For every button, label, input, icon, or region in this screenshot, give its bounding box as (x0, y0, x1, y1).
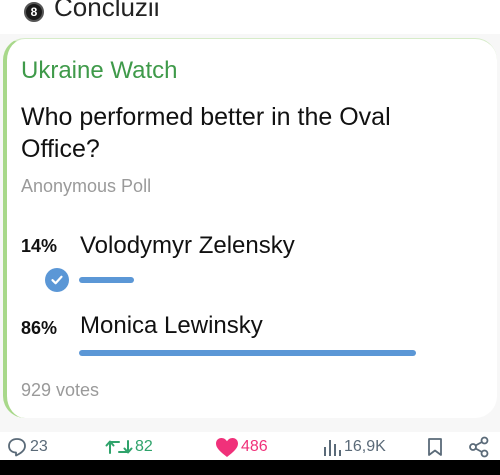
like-button[interactable]: 486 (215, 435, 268, 459)
number-badge: 8 (24, 2, 44, 22)
header-title: Concluzii (54, 0, 160, 22)
top-strip: 8 Concluzii (0, 0, 500, 34)
like-count: 486 (241, 438, 268, 455)
vote-count: 929 votes (21, 380, 100, 400)
repost-button[interactable]: 82 (105, 435, 153, 459)
poll-question: Who performed better in the Oval Office? (21, 103, 391, 163)
poll-card (3, 38, 497, 418)
reply-icon (8, 438, 26, 457)
share-button[interactable] (468, 435, 490, 459)
views-count: 16,9K (344, 438, 386, 455)
option-1-label[interactable]: Volodymyr Zelensky (80, 232, 295, 260)
option-2-label[interactable]: Monica Lewinsky (80, 312, 263, 340)
bookmark-button[interactable] (427, 435, 443, 459)
views-chart-icon (324, 440, 341, 456)
reply-button[interactable]: 23 (6, 435, 48, 459)
option-1-percent: 14% (21, 236, 58, 256)
heart-icon (216, 437, 238, 457)
option-2-result-bar (79, 350, 416, 356)
repost-icon (105, 440, 133, 454)
selected-check-icon (45, 268, 69, 292)
bookmark-icon (428, 438, 442, 456)
poll-type-label: Anonymous Poll (21, 176, 152, 196)
reply-count: 23 (30, 438, 48, 455)
repost-count: 82 (135, 438, 153, 455)
views-button[interactable]: 16,9K (322, 435, 386, 459)
option-1-result-bar (79, 277, 134, 283)
option-2-percent: 86% (21, 318, 58, 338)
share-icon (469, 436, 489, 458)
channel-name[interactable]: Ukraine Watch (21, 57, 178, 85)
